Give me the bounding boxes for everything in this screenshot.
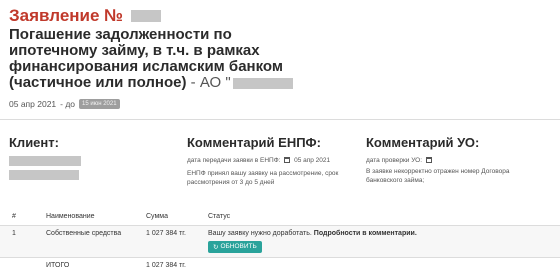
total-status-cell xyxy=(204,257,560,272)
uo-date-row: дата проверки УО: xyxy=(366,156,556,165)
page-title: Заявление № xyxy=(9,6,309,26)
table-row: 1 Собственные средства 1 027 384 тг. Ваш… xyxy=(0,225,560,257)
application-header: Заявление № Погашение задолженности по и… xyxy=(9,6,309,109)
refresh-button-label: ОБНОВИТЬ xyxy=(220,243,257,250)
col-header-status: Статус xyxy=(208,213,231,221)
status-message: Вашу заявку нужно доработать. Подробност… xyxy=(208,230,560,237)
date-range: 05 апр 2021 - до 15 июн 2021 xyxy=(9,99,309,109)
client-section: Клиент: xyxy=(9,135,159,180)
col-header-sum: Сумма xyxy=(146,213,168,221)
calendar-icon xyxy=(284,157,291,163)
total-num-cell xyxy=(0,257,26,272)
row-name: Собственные средства xyxy=(46,229,122,237)
title-text: Заявление № xyxy=(9,6,124,25)
total-label: ИТОГО xyxy=(46,261,70,269)
row-num: 1 xyxy=(12,229,16,237)
enpf-date-label: дата передачи заявки в ЕНПФ: xyxy=(187,157,281,164)
enpf-comment: ЕНПФ принял вашу заявку на рассмотрение,… xyxy=(187,169,362,187)
subject-line: Погашение задолженности по xyxy=(9,26,232,43)
uo-comment-line: В заявке некорректно отражен номер Догов… xyxy=(366,168,510,175)
subject-line: ипотечному займу, в т.ч. в рамках xyxy=(9,42,260,59)
uo-comment-section: Комментарий УО: дата проверки УО: В заяв… xyxy=(366,135,556,185)
enpf-comment-section: Комментарий ЕНПФ: дата передачи заявки в… xyxy=(187,135,362,187)
calendar-icon xyxy=(425,157,432,163)
status-details-text: Подробности в комментарии. xyxy=(313,229,417,237)
uo-comment: В заявке некорректно отражен номер Догов… xyxy=(366,167,556,185)
refresh-icon: ↻ xyxy=(213,243,219,251)
subject-line: финансирования исламским банком xyxy=(9,58,283,75)
enpf-date-value: 05 апр 2021 xyxy=(294,157,331,164)
enpf-date-row: дата передачи заявки в ЕНПФ: 05 апр 2021 xyxy=(187,156,362,165)
status-text: Вашу заявку нужно доработать. xyxy=(208,229,312,237)
uo-heading: Комментарий УО: xyxy=(366,135,480,150)
uo-date-label: дата проверки УО: xyxy=(366,157,423,164)
subject-line: (частичное или полное) - АО " xyxy=(9,75,309,91)
enpf-comment-line: рассмотрения от 3 до 5 дней xyxy=(187,179,275,186)
date-from: 05 апр 2021 xyxy=(9,99,57,109)
refresh-button[interactable]: ↻ ОБНОВИТЬ xyxy=(208,240,262,253)
date-to-chip: 15 июн 2021 xyxy=(79,99,120,109)
enpf-heading: Комментарий ЕНПФ: xyxy=(187,135,321,150)
table-header-row: # Наименование Сумма Статус xyxy=(0,209,560,225)
col-header-num: # xyxy=(12,213,16,221)
application-subject: Погашение задолженности по ипотечному за… xyxy=(9,27,309,91)
redacted-client-id xyxy=(9,170,79,180)
col-header-name: Наименование xyxy=(46,213,95,221)
redacted-bank-name xyxy=(232,77,293,89)
divider xyxy=(0,119,560,120)
client-heading: Клиент: xyxy=(9,135,59,150)
table-total-row: ИТОГО 1 027 384 тг. xyxy=(0,257,560,272)
date-separator: - до xyxy=(60,99,76,109)
payments-table: # Наименование Сумма Статус 1 Собственны… xyxy=(0,209,560,272)
subject-text: (частичное или полное) xyxy=(9,74,187,91)
uo-comment-line: банковского займа; xyxy=(366,177,425,184)
enpf-comment-line: ЕНПФ принял вашу заявку на рассмотрение,… xyxy=(187,170,339,177)
redacted-application-number xyxy=(131,10,162,22)
redacted-client-name xyxy=(9,156,81,166)
row-sum: 1 027 384 тг. xyxy=(146,229,186,237)
total-sum: 1 027 384 тг. xyxy=(146,261,186,269)
row-status: Вашу заявку нужно доработать. Подробност… xyxy=(204,225,560,257)
org-prefix: - АО " xyxy=(190,74,231,91)
